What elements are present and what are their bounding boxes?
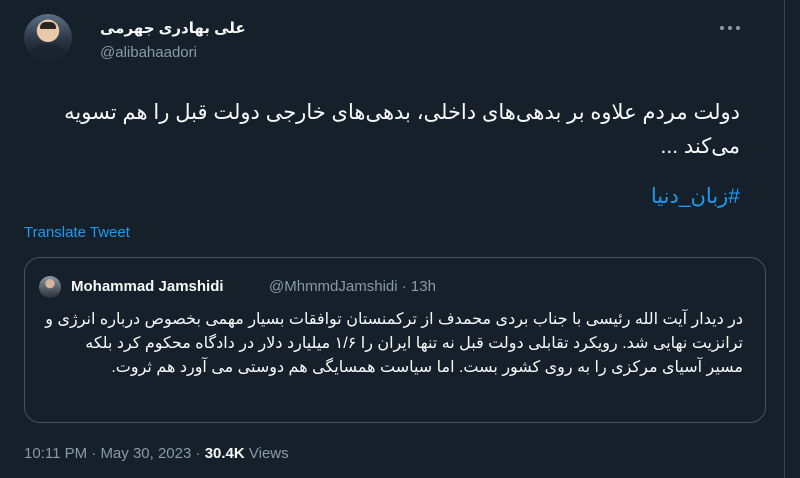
quoted-tweet-text: در دیدار آیت الله رئیسی با جناب بردی محم… [45, 311, 743, 376]
scrollbar[interactable] [771, 0, 800, 478]
quoted-author-name: Mohammad Jamshidi [71, 278, 224, 295]
more-horizontal-icon[interactable] [718, 18, 742, 38]
quoted-author-avatar [39, 276, 61, 298]
separator-dot: · [87, 445, 101, 462]
hashtag-link[interactable]: #زبان_دنیا [24, 184, 740, 209]
separator-dot: · [191, 445, 205, 462]
views-label: Views [244, 445, 289, 462]
tweet-metadata: 10:11 PM · May 30, 2023 · 30.4K Views [24, 445, 289, 462]
tweet-text: دولت مردم علاوه بر بدهی‌های داخلی، بدهی‌… [64, 101, 740, 158]
views-count[interactable]: 30.4K [205, 445, 245, 462]
tweet-time[interactable]: 10:11 PM [24, 445, 87, 462]
tweet: علی بهادری جهرمی @alibahaadori دولت مردم… [0, 0, 768, 478]
author-name[interactable]: علی بهادری جهرمی [100, 19, 270, 37]
author-handle[interactable]: @alibahaadori [100, 44, 197, 61]
translate-tweet-link[interactable]: Translate Tweet [24, 224, 130, 241]
quoted-author-handle: @MhmmdJamshidi · 13h [269, 278, 436, 295]
quoted-tweet[interactable]: Mohammad Jamshidi @MhmmdJamshidi · 13h د… [24, 257, 766, 423]
author-avatar[interactable] [24, 14, 72, 62]
tweet-date[interactable]: May 30, 2023 [100, 445, 191, 462]
scrollbar-divider [784, 0, 785, 478]
